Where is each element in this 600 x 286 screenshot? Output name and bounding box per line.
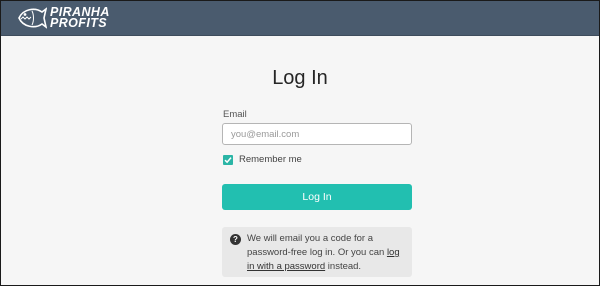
login-button[interactable]: Log In xyxy=(222,184,412,210)
email-label: Email xyxy=(223,109,247,120)
logo-wordmark: PIRANHA PROFITS xyxy=(50,6,110,30)
email-field[interactable] xyxy=(222,123,412,145)
piranha-fish-icon xyxy=(17,6,47,30)
top-bar: PIRANHA PROFITS xyxy=(1,1,599,36)
remember-checkbox[interactable] xyxy=(223,154,233,165)
info-text-after: instead. xyxy=(325,261,362,272)
info-text-before: We will email you a code for a password-… xyxy=(247,233,387,258)
remember-label: Remember me xyxy=(239,154,302,165)
check-icon xyxy=(224,156,232,163)
question-circle-icon: ? xyxy=(230,234,241,245)
info-text: We will email you a code for a password-… xyxy=(247,232,407,274)
passwordless-info-box: ? We will email you a code for a passwor… xyxy=(222,227,412,277)
page-title: Log In xyxy=(272,67,328,89)
remember-me[interactable]: Remember me xyxy=(223,154,302,165)
logo[interactable]: PIRANHA PROFITS xyxy=(17,4,110,32)
page: PIRANHA PROFITS Log In Email Remember me… xyxy=(0,0,600,286)
logo-line-2: PROFITS xyxy=(50,16,107,30)
